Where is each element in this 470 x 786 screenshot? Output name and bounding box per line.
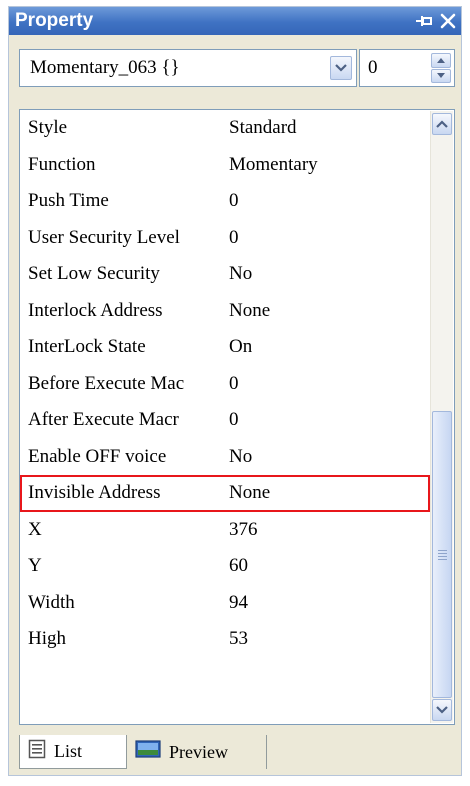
property-value[interactable]: Momentary <box>229 154 419 176</box>
property-name: Invisible Address <box>28 482 161 503</box>
scroll-down-icon[interactable] <box>432 699 452 721</box>
preview-icon <box>135 739 161 765</box>
index-spinner-value: 0 <box>368 57 378 78</box>
property-row-after-execute-macro[interactable]: After Execute Macr 0 <box>20 402 430 439</box>
property-name: Push Time <box>28 190 109 211</box>
view-tab-bar: List Preview <box>19 735 455 771</box>
chevron-down-icon[interactable] <box>330 56 352 80</box>
grip-line-icon <box>438 559 447 560</box>
property-name: Interlock Address <box>28 299 163 321</box>
property-name: Enable OFF voice <box>28 445 167 467</box>
property-row-style[interactable]: Style Standard <box>20 110 430 147</box>
vertical-scrollbar[interactable] <box>430 111 453 723</box>
property-value[interactable]: None <box>229 300 419 322</box>
property-row-width[interactable]: Width 94 <box>20 585 430 622</box>
grip-line-icon <box>438 556 447 557</box>
spin-up-icon[interactable] <box>431 53 451 68</box>
object-selector-row: Momentary_063 {} 0 <box>19 49 455 87</box>
title-bar: Property <box>9 7 461 35</box>
property-value[interactable]: 0 <box>229 227 419 249</box>
tab-list[interactable]: List <box>19 735 127 769</box>
property-value[interactable]: None <box>229 482 419 504</box>
property-value[interactable]: No <box>229 446 419 468</box>
property-value[interactable]: Standard <box>229 117 419 139</box>
list-icon <box>28 739 46 764</box>
property-name: Before Execute Mac <box>28 372 185 394</box>
scroll-up-icon[interactable] <box>432 113 452 135</box>
property-name: Function <box>28 153 96 175</box>
property-row-function[interactable]: Function Momentary <box>20 147 430 184</box>
object-combobox-value: Momentary_063 {} <box>30 57 180 78</box>
property-value[interactable]: 376 <box>229 519 419 541</box>
panel-title: Property <box>15 10 94 31</box>
property-value[interactable]: 94 <box>229 592 419 614</box>
property-name: InterLock State <box>28 336 146 357</box>
property-row-x[interactable]: X 376 <box>20 512 430 549</box>
property-value[interactable]: 0 <box>229 190 419 212</box>
property-row-user-security-level[interactable]: User Security Level 0 <box>20 220 430 257</box>
property-value[interactable]: 0 <box>229 373 419 395</box>
property-row-y[interactable]: Y 60 <box>20 548 430 585</box>
property-value[interactable]: On <box>229 336 419 358</box>
spin-down-icon[interactable] <box>431 68 451 83</box>
spinner-buttons <box>431 53 451 83</box>
property-row-invisible-address[interactable]: Invisible Address None <box>20 475 430 512</box>
property-name: User Security Level <box>28 226 180 248</box>
property-name: Width <box>28 591 75 613</box>
tab-list-label: List <box>54 741 83 761</box>
property-row-interlock-state[interactable]: InterLock State On <box>20 329 430 366</box>
scrollbar-thumb[interactable] <box>432 411 452 698</box>
property-panel: Property Momentary_063 {} 0 Style Standa… <box>8 6 462 776</box>
grip-line-icon <box>438 550 447 551</box>
property-name: After Execute Macr <box>28 409 179 430</box>
property-row-set-low-security[interactable]: Set Low Security No <box>20 256 430 293</box>
property-value[interactable]: No <box>229 263 419 285</box>
property-name: High <box>28 628 66 649</box>
object-combobox[interactable]: Momentary_063 {} <box>19 49 357 87</box>
property-value[interactable]: 60 <box>229 555 419 577</box>
property-value[interactable]: 0 <box>229 409 419 431</box>
pin-icon[interactable] <box>413 10 435 32</box>
index-spinner[interactable]: 0 <box>359 49 455 87</box>
property-value[interactable]: 53 <box>229 628 419 650</box>
property-grid: Style Standard Function Momentary Push T… <box>19 109 455 725</box>
property-row-before-execute-macro[interactable]: Before Execute Mac 0 <box>20 366 430 403</box>
property-name: Set Low Security <box>28 263 160 284</box>
tab-preview[interactable]: Preview <box>127 735 267 769</box>
property-name: X <box>28 518 42 540</box>
property-rows: Style Standard Function Momentary Push T… <box>20 110 430 658</box>
property-row-interlock-address[interactable]: Interlock Address None <box>20 293 430 330</box>
property-name: Y <box>28 555 42 576</box>
title-bar-icons <box>413 9 459 33</box>
tab-preview-label: Preview <box>169 741 228 762</box>
property-row-enable-off-voice[interactable]: Enable OFF voice No <box>20 439 430 476</box>
grip-line-icon <box>438 553 447 554</box>
close-icon[interactable] <box>437 10 459 32</box>
property-name: Style <box>28 117 68 138</box>
property-row-high[interactable]: High 53 <box>20 621 430 658</box>
property-row-push-time[interactable]: Push Time 0 <box>20 183 430 220</box>
